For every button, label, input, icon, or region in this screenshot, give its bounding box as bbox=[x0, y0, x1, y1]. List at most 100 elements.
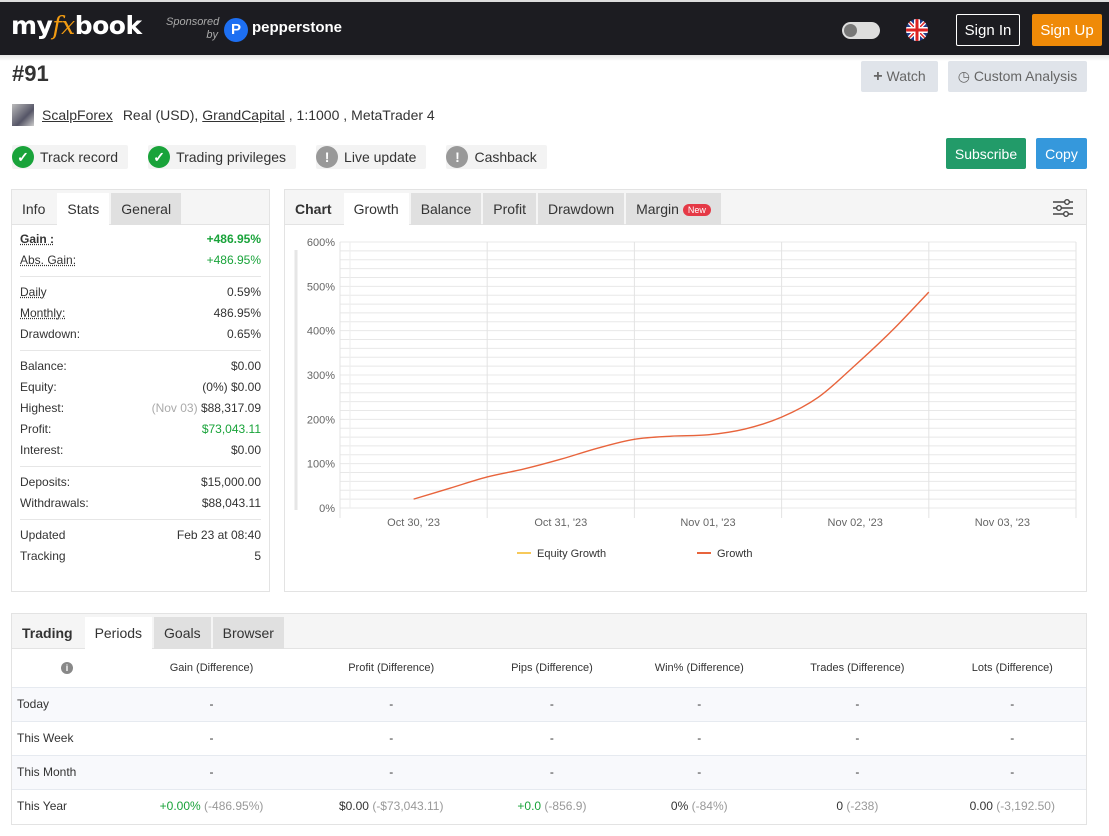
chart-panel: Chart Growth Balance Profit Drawdown Mar… bbox=[284, 189, 1087, 592]
cell-value: - bbox=[697, 731, 702, 745]
periods-table: i Gain (Difference) Profit (Difference) … bbox=[12, 649, 1086, 823]
sponsored-by-label: Sponsored by bbox=[166, 16, 220, 41]
col-lots: Lots (Difference) bbox=[971, 661, 1053, 674]
account-type: Real (USD), bbox=[122, 107, 199, 123]
col-pips: Pips (Difference) bbox=[511, 661, 593, 674]
divider bbox=[20, 276, 261, 277]
tab-general[interactable]: General bbox=[111, 193, 182, 225]
cell-value: - bbox=[389, 697, 394, 711]
stat-value: 5 bbox=[254, 549, 261, 563]
exclamation-icon: ! bbox=[316, 146, 339, 168]
plus-icon: + bbox=[873, 67, 883, 85]
chart-settings-sliders-icon[interactable] bbox=[1052, 199, 1074, 217]
cell-value: - bbox=[855, 697, 860, 711]
x-tick-label: Oct 30, '23 bbox=[387, 517, 440, 529]
dark-mode-toggle[interactable] bbox=[842, 22, 880, 39]
cell-value: - bbox=[209, 697, 214, 711]
myfxbook-logo[interactable]: myfxbook bbox=[11, 11, 142, 40]
stats-panel: Info Stats General Gain : +486.95% Abs. G… bbox=[11, 189, 270, 592]
table-row: This Year +0.00% (-486.95%) $0.00 (-$73,04… bbox=[12, 788, 1086, 823]
cell-value: $0.00 bbox=[338, 799, 369, 814]
stat-highest: Highest: (Nov 03) $88,317.09 bbox=[20, 398, 261, 419]
tab-periods[interactable]: Periods bbox=[84, 617, 153, 650]
stat-label: Balance: bbox=[20, 359, 67, 373]
cell-value: - bbox=[209, 731, 214, 745]
legend-label[interactable]: Equity Growth bbox=[537, 548, 606, 560]
stat-abs-gain: Abs. Gain: +486.95% bbox=[20, 250, 261, 271]
badge-cashback[interactable]: ! Cashback bbox=[446, 145, 547, 169]
broker-link[interactable]: GrandCapital bbox=[202, 107, 285, 123]
cell-difference: (-3,192.50) bbox=[992, 799, 1055, 814]
custom-analysis-button[interactable]: ◷ Custom Analysis bbox=[948, 61, 1087, 92]
copy-button[interactable]: Copy bbox=[1036, 138, 1087, 169]
logo-text-my: my bbox=[11, 11, 53, 40]
badge-trading-privileges[interactable]: ✓ Trading privileges bbox=[148, 145, 297, 169]
stat-label: Equity: bbox=[20, 380, 57, 394]
stat-label[interactable]: Daily bbox=[20, 282, 47, 303]
account-info-line: ScalpForex Real (USD), GrandCapital , 1:… bbox=[12, 104, 435, 126]
period-label: Today bbox=[12, 686, 122, 721]
period-cell: 0.00 (-3,192.50) bbox=[938, 788, 1086, 823]
y-tick-label: 500% bbox=[307, 281, 335, 293]
stat-label[interactable]: Abs. Gain: bbox=[20, 250, 76, 271]
stat-drawdown: Drawdown: 0.65% bbox=[20, 324, 261, 345]
period-cell: - bbox=[301, 754, 482, 789]
y-tick-label: 0% bbox=[319, 503, 335, 515]
tab-stats[interactable]: Stats bbox=[57, 193, 110, 226]
stat-label[interactable]: Gain : bbox=[20, 229, 54, 250]
growth-chart[interactable]: 0% 100% 200% 300% 400% 500% 600% Oct 30, '23 Oc… bbox=[285, 226, 1086, 592]
stat-value: 486.95% bbox=[213, 306, 261, 320]
tab-goals[interactable]: Goals bbox=[154, 617, 211, 649]
tab-balance[interactable]: Balance bbox=[410, 193, 482, 225]
stat-value: +486.95% bbox=[206, 232, 261, 246]
info-icon[interactable]: i bbox=[61, 661, 73, 674]
tab-margin[interactable]: Margin New bbox=[626, 193, 721, 225]
subscribe-button[interactable]: Subscribe bbox=[946, 138, 1026, 169]
cell-value: 0 bbox=[836, 799, 843, 814]
top-navbar: myfxbook Sponsored by P pepperstone Sign… bbox=[0, 0, 1109, 55]
y-tick-label: 300% bbox=[307, 370, 335, 382]
tab-profit[interactable]: Profit bbox=[483, 193, 536, 225]
growth-series-line bbox=[413, 291, 930, 500]
header-shadow bbox=[0, 55, 1109, 61]
period-cell: - bbox=[481, 686, 623, 721]
col-gain: Gain (Difference) bbox=[169, 661, 254, 674]
sponsor-name[interactable]: pepperstone bbox=[252, 19, 342, 36]
leverage: , 1:1000 , bbox=[288, 107, 348, 123]
tab-drawdown[interactable]: Drawdown bbox=[537, 193, 625, 225]
clock-icon: ◷ bbox=[957, 68, 970, 84]
user-link[interactable]: ScalpForex bbox=[42, 107, 113, 123]
badge-label: Track record bbox=[40, 149, 119, 165]
period-cell: - bbox=[776, 686, 939, 721]
period-cell: - bbox=[776, 720, 939, 755]
badge-label: Trading privileges bbox=[176, 149, 287, 165]
badge-live-update[interactable]: ! Live update bbox=[316, 145, 427, 169]
sign-in-button[interactable]: Sign In bbox=[956, 14, 1020, 46]
verification-badges: ✓ Track record ✓ Trading privileges ! Live … bbox=[12, 145, 547, 169]
legend-label[interactable]: Growth bbox=[717, 548, 752, 560]
cell-value: - bbox=[855, 731, 860, 745]
stat-deposits: Deposits: $15,000.00 bbox=[20, 472, 261, 493]
cell-difference: (-238) bbox=[843, 799, 879, 814]
period-cell: - bbox=[938, 754, 1086, 789]
uk-flag-language-icon[interactable] bbox=[906, 19, 928, 41]
user-avatar[interactable] bbox=[12, 104, 34, 126]
tab-browser[interactable]: Browser bbox=[212, 617, 284, 649]
stat-value: +486.95% bbox=[206, 253, 261, 267]
stat-label: Highest: bbox=[20, 401, 65, 415]
tab-info[interactable]: Info bbox=[12, 193, 55, 225]
period-cell: - bbox=[122, 754, 302, 789]
cell-value: 0.00 bbox=[969, 799, 993, 814]
pepperstone-logo-icon[interactable]: P bbox=[224, 18, 248, 42]
table-header-row: i Gain (Difference) Profit (Difference) … bbox=[12, 649, 1086, 687]
watch-button[interactable]: + Watch bbox=[861, 61, 938, 92]
badge-track-record[interactable]: ✓ Track record bbox=[12, 145, 129, 169]
stat-updated: Updated Feb 23 at 08:40 bbox=[20, 525, 261, 546]
tab-growth[interactable]: Growth bbox=[343, 193, 409, 226]
sign-up-button[interactable]: Sign Up bbox=[1032, 14, 1102, 46]
check-icon: ✓ bbox=[148, 146, 171, 168]
y-tick-label: 100% bbox=[307, 459, 335, 471]
stat-label[interactable]: Monthly: bbox=[20, 303, 65, 324]
period-cell: - bbox=[622, 754, 777, 789]
period-label: This Week bbox=[12, 720, 122, 755]
